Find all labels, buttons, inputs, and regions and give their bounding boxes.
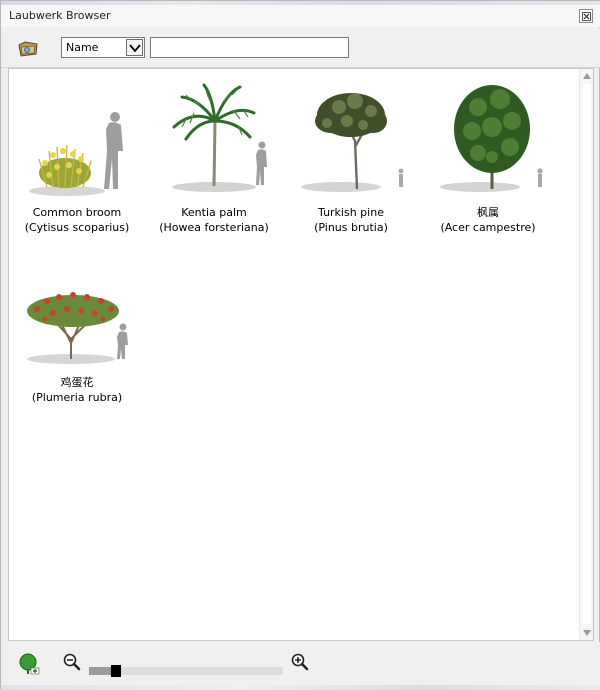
add-plant-icon bbox=[19, 653, 40, 675]
zoom-out-icon bbox=[63, 653, 81, 671]
title-bar: Laubwerk Browser bbox=[1, 5, 600, 27]
add-plant-button[interactable] bbox=[17, 652, 41, 676]
plant-item-turkish-pine[interactable]: Turkish pine (Pinus brutia) bbox=[286, 81, 416, 235]
zoom-out-button[interactable] bbox=[63, 653, 81, 671]
plant-name: Turkish pine bbox=[318, 206, 384, 219]
open-folder-button[interactable] bbox=[17, 38, 39, 58]
plant-latin-name: (Plumeria rubra) bbox=[31, 391, 123, 404]
plant-latin-name: (Pinus brutia) bbox=[314, 221, 388, 234]
zoom-slider[interactable] bbox=[89, 665, 283, 677]
status-bar bbox=[1, 642, 600, 690]
plant-item-common-broom[interactable]: Common broom (Cytisus scoparius) bbox=[12, 99, 142, 235]
plant-name: Common broom bbox=[32, 206, 122, 219]
chevron-down-icon bbox=[129, 44, 141, 53]
zoom-in-button[interactable] bbox=[291, 653, 309, 671]
sort-dropdown-value: Name bbox=[66, 41, 99, 54]
pine-thumbnail bbox=[301, 93, 404, 192]
broom-thumbnail bbox=[29, 112, 123, 196]
plumeria-thumbnail bbox=[27, 292, 128, 364]
scroll-down-icon[interactable] bbox=[583, 630, 591, 636]
plant-name: 枫属 bbox=[477, 206, 499, 219]
laubwerk-browser-window: Laubwerk Browser Name Common broom (Cyti… bbox=[0, 0, 600, 690]
plant-latin-name: (Acer campestre) bbox=[440, 221, 536, 234]
toolbar: Name bbox=[1, 28, 600, 68]
plant-latin-name: (Cytisus scoparius) bbox=[24, 221, 130, 234]
search-input[interactable] bbox=[150, 37, 349, 58]
window-title: Laubwerk Browser bbox=[9, 9, 111, 22]
plant-item-plumeria-rubra[interactable]: 鸡蛋花 (Plumeria rubra) bbox=[12, 287, 142, 405]
plant-grid[interactable]: Common broom (Cytisus scoparius) Kentia … bbox=[8, 68, 594, 641]
scroll-thumb[interactable] bbox=[583, 84, 591, 624]
palm-thumbnail bbox=[172, 83, 267, 192]
open-folder-icon bbox=[18, 41, 38, 57]
plant-name: Kentia palm bbox=[181, 206, 247, 219]
vertical-scrollbar[interactable] bbox=[579, 69, 593, 640]
scroll-up-icon[interactable] bbox=[583, 73, 591, 79]
close-button[interactable] bbox=[579, 9, 593, 23]
sort-dropdown-button[interactable] bbox=[126, 39, 143, 56]
zoom-in-icon bbox=[291, 653, 309, 671]
close-icon bbox=[582, 12, 591, 21]
plant-item-acer-campestre[interactable]: 枫属 (Acer campestre) bbox=[423, 81, 553, 235]
maple-thumbnail bbox=[440, 85, 543, 192]
sort-dropdown[interactable]: Name bbox=[61, 37, 145, 58]
host-bottom-strip bbox=[1, 685, 600, 690]
plant-name: 鸡蛋花 bbox=[60, 376, 94, 389]
zoom-slider-thumb[interactable] bbox=[111, 665, 121, 677]
plant-item-kentia-palm[interactable]: Kentia palm (Howea forsteriana) bbox=[149, 81, 279, 235]
plant-latin-name: (Howea forsteriana) bbox=[159, 221, 269, 234]
